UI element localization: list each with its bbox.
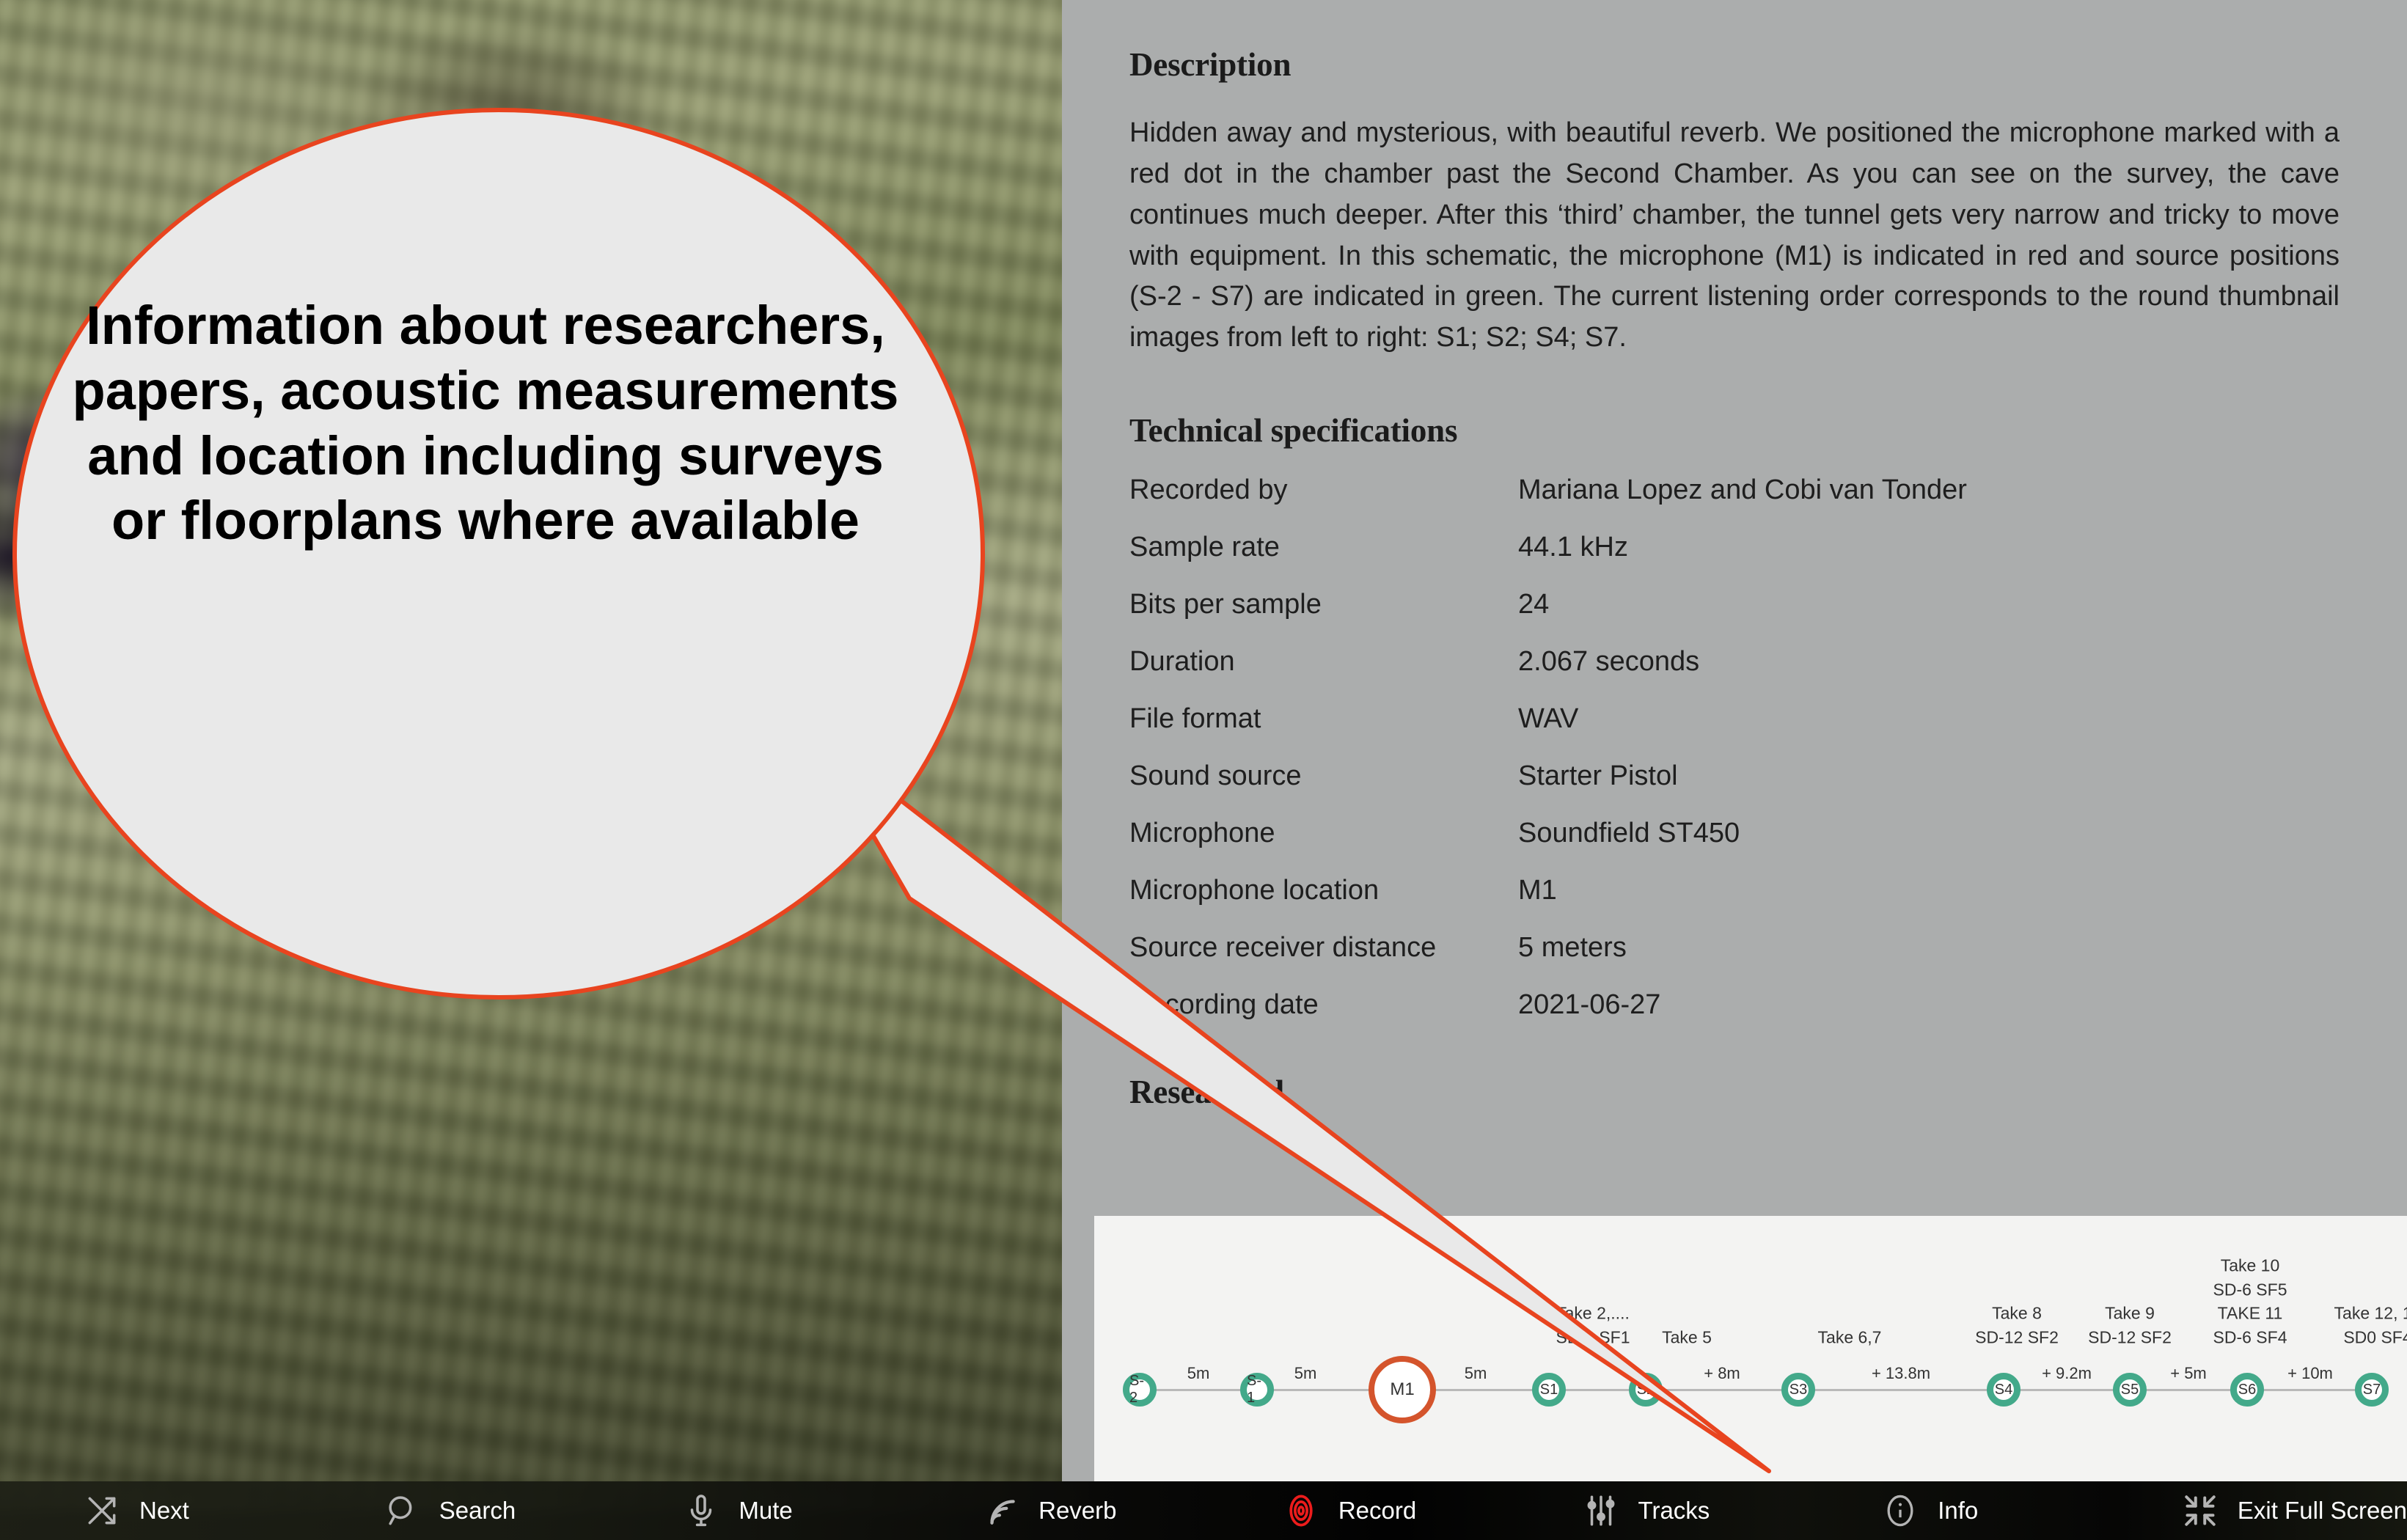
distance-label: + 10m <box>2287 1364 2333 1382</box>
toolbar-button-search[interactable]: Search <box>300 1492 600 1529</box>
distance-label: 5m <box>1187 1364 1210 1382</box>
spec-value: 2021-06-27 <box>1518 989 1661 1021</box>
spec-key: Bits per sample <box>1129 589 1322 620</box>
source-node: S4 <box>1987 1373 2021 1407</box>
exit-fullscreen-icon[interactable] <box>2182 1492 2219 1529</box>
callout-text: Information about researchers, papers, a… <box>72 295 899 551</box>
microphone-node: M1 <box>1369 1356 1436 1423</box>
take-label: Take 8 SD-12 SF2 <box>1975 1303 2059 1347</box>
spec-row: Sound source Starter Pistol <box>1129 760 2215 818</box>
technical-specifications-heading: Technical specifications <box>1129 412 1458 450</box>
spec-row: Bits per sample 24 <box>1129 589 2215 646</box>
reverb-waves-icon[interactable] <box>983 1492 1019 1529</box>
spec-key: Sample rate <box>1129 532 1280 563</box>
spec-value: Mariana Lopez and Cobi van Tonder <box>1518 474 1967 506</box>
description-heading: Description <box>1129 46 1292 83</box>
toolbar-button-info[interactable]: Info <box>1798 1492 2098 1529</box>
toolbar-button-label: Search <box>439 1497 516 1524</box>
take-label: Take 12, 13SD0 SF4 <box>2334 1303 2407 1347</box>
toolbar-button-record[interactable]: Record <box>1199 1492 1499 1529</box>
spec-value: WAV <box>1518 703 1579 735</box>
tracks-sliders-icon[interactable] <box>1583 1492 1619 1529</box>
spec-row: Duration 2.067 seconds <box>1129 646 2215 703</box>
distance-label: 5m <box>1464 1364 1487 1382</box>
source-node: S2 <box>1629 1373 1663 1407</box>
toolbar-button-mute[interactable]: Mute <box>599 1492 899 1529</box>
spec-key: Recorded by <box>1129 474 1288 506</box>
schematic-axis-line <box>1138 1389 2378 1391</box>
technical-specifications-table: Recorded by Mariana Lopez and Cobi van To… <box>1129 474 2215 1046</box>
spec-key: File format <box>1129 703 1261 735</box>
take-label: Take 10 SD-6 SF5 TAKE 11 SD-6 SF4 <box>2213 1255 2287 1347</box>
spec-key: Source receiver distance <box>1129 932 1437 964</box>
spec-value: Starter Pistol <box>1518 760 1678 792</box>
source-node: S6 <box>2230 1373 2264 1407</box>
source-node: S1 <box>1532 1373 1566 1407</box>
recording-schematic: S-2 S-1 M1 S1 S2 S3 S4 S5 S6 S7 5m 5m 5m + 8m + 13.8m +… <box>1094 1216 2407 1481</box>
distance-label: + 5m <box>2170 1364 2207 1382</box>
spec-row: Sample rate 44.1 kHz <box>1129 532 2215 589</box>
spec-row: Recording date 2021-06-27 <box>1129 989 2215 1046</box>
toolbar-button-label: Mute <box>739 1497 793 1524</box>
spec-key: Recording date <box>1129 989 1319 1021</box>
player-toolbar: Next Search Mute Reverb Record Tracks Info Exit… <box>0 1481 2407 1540</box>
spec-key: Microphone location <box>1129 875 1380 906</box>
source-node: S3 <box>1781 1373 1815 1407</box>
source-node: S5 <box>2113 1373 2147 1407</box>
distance-label: + 9.2m <box>2042 1364 2092 1382</box>
shuffle-icon[interactable] <box>84 1492 120 1529</box>
toolbar-button-label: Exit Full Screen <box>2237 1497 2407 1524</box>
record-icon[interactable] <box>1283 1492 1319 1529</box>
spec-key: Microphone <box>1129 818 1275 849</box>
spec-key: Duration <box>1129 646 1235 678</box>
spec-row: File format WAV <box>1129 703 2215 760</box>
schematic-diagram: S-2 S-1 M1 S1 S2 S3 S4 S5 S6 S7 5m 5m 5m + 8m + 13.8m +… <box>1094 1216 2407 1423</box>
spec-key: Sound source <box>1129 760 1302 792</box>
spec-value: Soundfield ST450 <box>1518 818 1740 849</box>
toolbar-button-label: Next <box>139 1497 189 1524</box>
distance-label: 5m <box>1294 1364 1317 1382</box>
toolbar-button-exit-full-screen[interactable]: Exit Full Screen <box>2098 1492 2407 1529</box>
spec-row: Microphone Soundfield ST450 <box>1129 818 2215 875</box>
search-icon[interactable] <box>384 1492 420 1529</box>
toolbar-button-label: Tracks <box>1638 1497 1710 1524</box>
toolbar-button-label: Info <box>1938 1497 1979 1524</box>
spec-row: Microphone location M1 <box>1129 875 2215 932</box>
distance-label: + 13.8m <box>1871 1364 1931 1382</box>
toolbar-button-next[interactable]: Next <box>0 1492 300 1529</box>
toolbar-button-tracks[interactable]: Tracks <box>1499 1492 1799 1529</box>
toolbar-button-label: Reverb <box>1038 1497 1117 1524</box>
take-label: Take 2,.... SD-? SF1 <box>1556 1303 1630 1347</box>
take-label: Take 6,7 <box>1817 1327 1882 1347</box>
research-heading: Research d <box>1129 1074 1284 1111</box>
spec-value: 44.1 kHz <box>1518 532 1628 563</box>
spec-value: 24 <box>1518 589 1550 620</box>
source-node: S-2 <box>1123 1373 1157 1407</box>
photo-vignette <box>0 0 1062 1481</box>
spec-value: 5 meters <box>1518 932 1627 964</box>
description-body: Hidden away and mysterious, with beautif… <box>1129 117 2340 353</box>
spec-row: Source receiver distance 5 meters <box>1129 932 2215 989</box>
app-window: Description Hidden away and mysterious, … <box>0 0 2407 1540</box>
take-label: Take 9 SD-12 SF2 <box>2088 1303 2172 1347</box>
spec-value: 2.067 seconds <box>1518 646 1700 678</box>
source-node: S-1 <box>1240 1373 1274 1407</box>
source-node: S7 <box>2355 1373 2389 1407</box>
spec-value: M1 <box>1518 875 1557 906</box>
toolbar-button-label: Record <box>1338 1497 1417 1524</box>
distance-label: + 8m <box>1704 1364 1740 1382</box>
microphone-icon[interactable] <box>683 1492 719 1529</box>
spec-row: Recorded by Mariana Lopez and Cobi van To… <box>1129 474 2215 532</box>
info-circle-icon[interactable] <box>1882 1492 1919 1529</box>
take-label: Take 5 <box>1662 1327 1712 1347</box>
toolbar-button-reverb[interactable]: Reverb <box>899 1492 1199 1529</box>
